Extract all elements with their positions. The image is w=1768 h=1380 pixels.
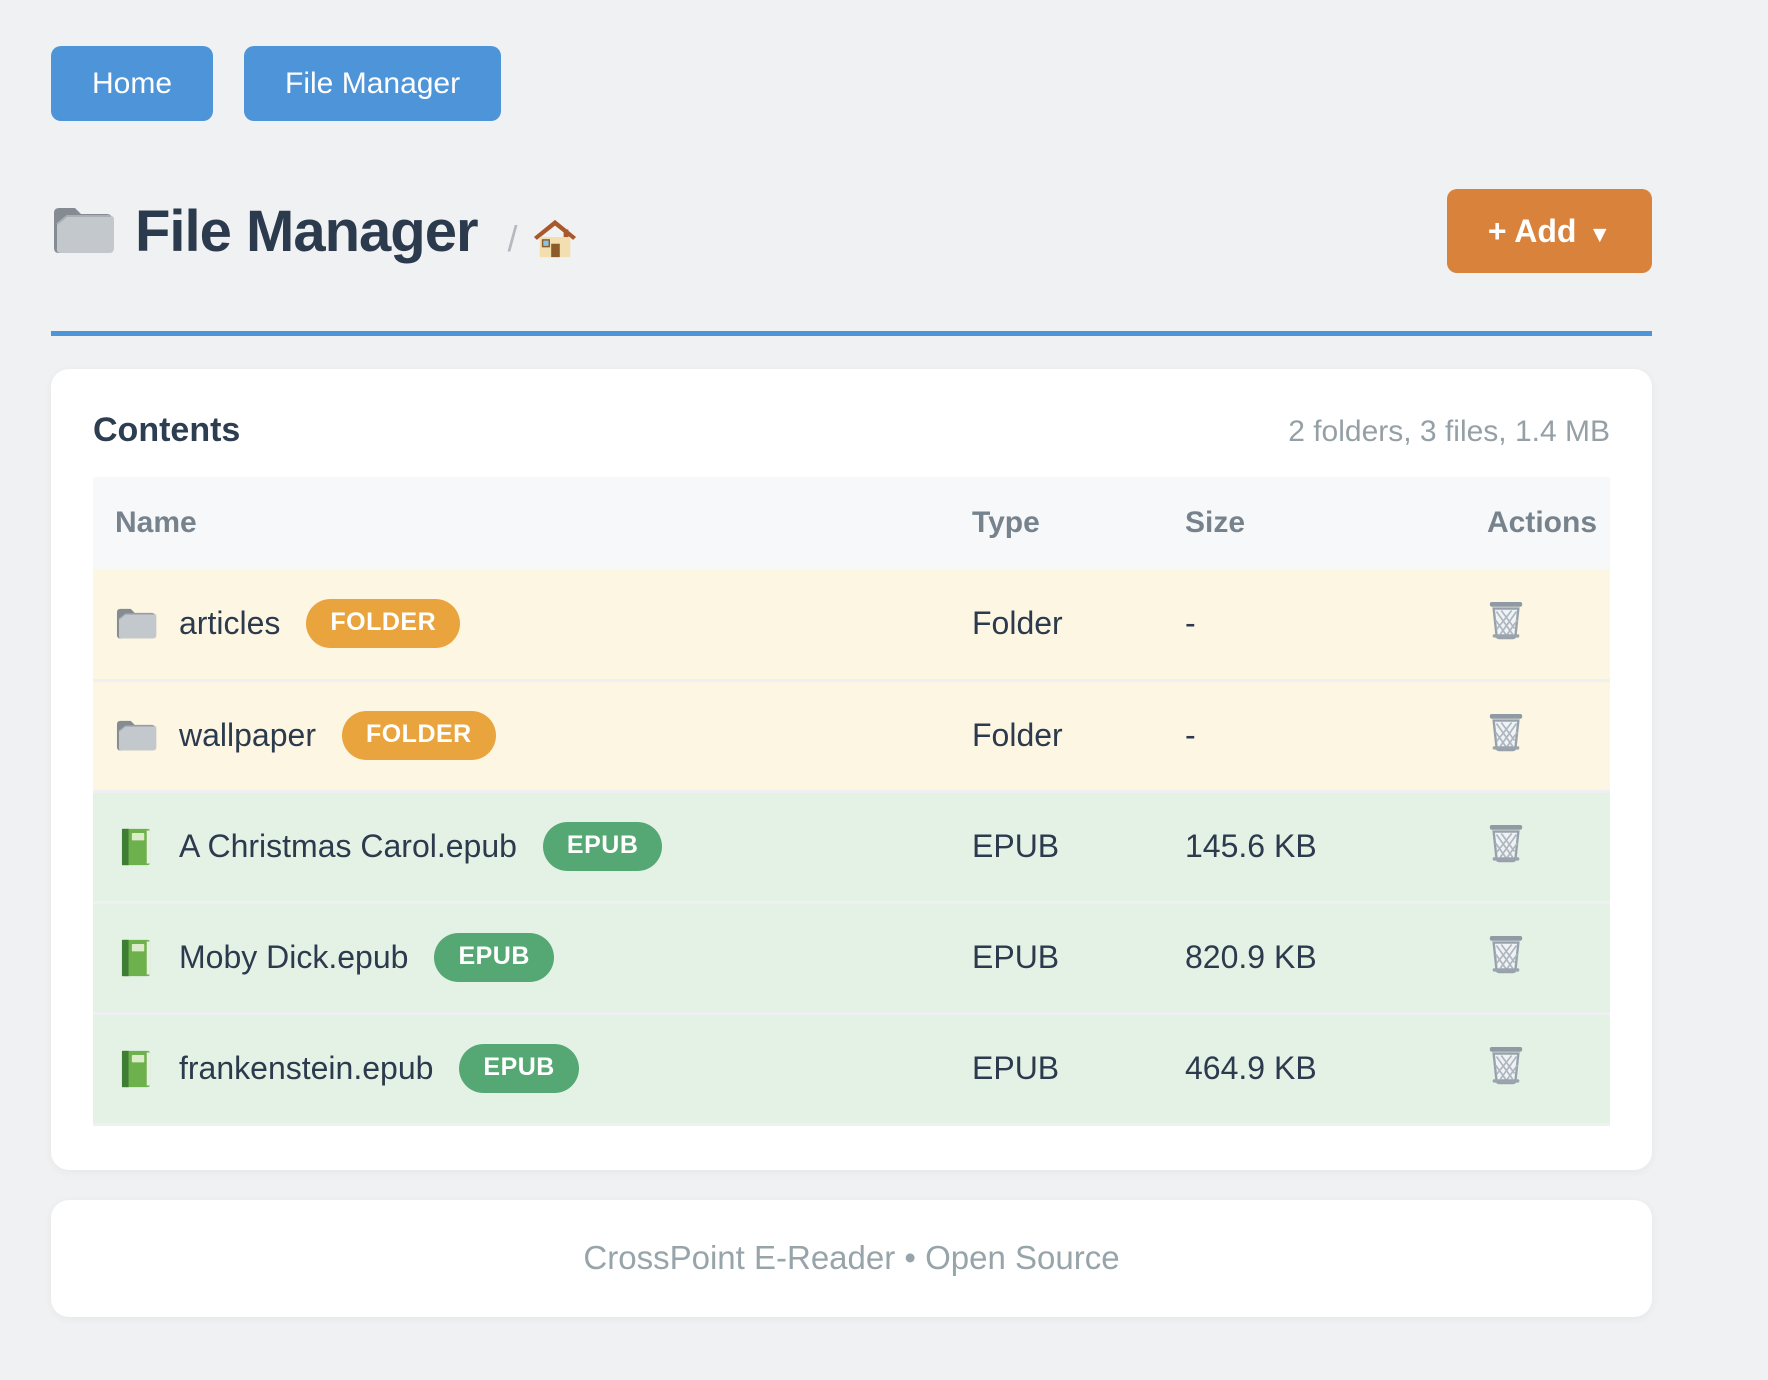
- size-cell: -: [1185, 680, 1487, 791]
- file-icon: [115, 605, 157, 643]
- table-row: Moby Dick.epub EPUB EPUB 820.9 KB: [93, 902, 1610, 1013]
- size-cell: 464.9 KB: [1185, 1013, 1487, 1124]
- type-badge: EPUB: [434, 933, 553, 982]
- table-row: A Christmas Carol.epub EPUB EPUB 145.6 K…: [93, 791, 1610, 902]
- table-row: articles FOLDER Folder -: [93, 569, 1610, 680]
- page-container: Home File Manager File Manager / + Add▼ …: [51, 0, 1652, 1317]
- type-cell: Folder: [972, 680, 1185, 791]
- footer-text: CrossPoint E-Reader • Open Source: [583, 1239, 1119, 1277]
- type-badge: FOLDER: [342, 711, 496, 760]
- delete-button[interactable]: [1487, 599, 1525, 641]
- delete-button[interactable]: [1487, 933, 1525, 975]
- breadcrumb-separator: /: [508, 218, 518, 260]
- divider: [51, 331, 1652, 336]
- file-table: Name Type Size Actions articles FOLDER F…: [93, 477, 1610, 1126]
- trash-icon: [1487, 933, 1525, 975]
- size-cell: 820.9 KB: [1185, 902, 1487, 1013]
- type-cell: Folder: [972, 569, 1185, 680]
- size-cell: 145.6 KB: [1185, 791, 1487, 902]
- chevron-down-icon: ▼: [1588, 221, 1611, 247]
- delete-button[interactable]: [1487, 711, 1525, 753]
- file-icon: [115, 828, 157, 866]
- top-nav: Home File Manager: [51, 0, 1652, 121]
- file-name[interactable]: wallpaper: [179, 717, 316, 754]
- file-name[interactable]: Moby Dick.epub: [179, 939, 408, 976]
- home-icon[interactable]: [532, 216, 578, 260]
- table-row: frankenstein.epub EPUB EPUB 464.9 KB: [93, 1013, 1610, 1124]
- size-cell: -: [1185, 569, 1487, 680]
- trash-icon: [1487, 822, 1525, 864]
- type-cell: EPUB: [972, 902, 1185, 1013]
- actions-cell: [1487, 902, 1610, 1013]
- file-name[interactable]: frankenstein.epub: [179, 1050, 433, 1087]
- contents-summary: 2 folders, 3 files, 1.4 MB: [1288, 415, 1610, 449]
- name-cell: wallpaper FOLDER: [93, 711, 972, 760]
- contents-card-header: Contents 2 folders, 3 files, 1.4 MB: [93, 411, 1610, 450]
- actions-cell: [1487, 791, 1610, 902]
- home-button[interactable]: Home: [51, 46, 213, 121]
- column-header-type: Type: [972, 477, 1185, 569]
- actions-cell: [1487, 569, 1610, 680]
- type-cell: EPUB: [972, 791, 1185, 902]
- file-icon: [115, 717, 157, 755]
- actions-cell: [1487, 680, 1610, 791]
- name-cell: Moby Dick.epub EPUB: [93, 933, 972, 982]
- name-cell: frankenstein.epub EPUB: [93, 1044, 972, 1093]
- file-icon: [115, 1050, 157, 1088]
- file-name[interactable]: A Christmas Carol.epub: [179, 828, 517, 865]
- trash-icon: [1487, 711, 1525, 753]
- file-manager-button[interactable]: File Manager: [244, 46, 501, 121]
- name-cell: A Christmas Carol.epub EPUB: [93, 822, 972, 871]
- actions-cell: [1487, 1013, 1610, 1124]
- file-icon: [115, 939, 157, 977]
- table-body: articles FOLDER Folder - wallpaper FOLDE…: [93, 569, 1610, 1124]
- delete-button[interactable]: [1487, 1044, 1525, 1086]
- add-button-label: + Add: [1488, 213, 1577, 249]
- table-header: Name Type Size Actions: [93, 477, 1610, 569]
- contents-card: Contents 2 folders, 3 files, 1.4 MB Name…: [51, 369, 1652, 1170]
- trash-icon: [1487, 599, 1525, 641]
- file-name[interactable]: articles: [179, 605, 280, 642]
- contents-heading: Contents: [93, 411, 240, 450]
- table-row: wallpaper FOLDER Folder -: [93, 680, 1610, 791]
- type-badge: EPUB: [459, 1044, 578, 1093]
- footer: CrossPoint E-Reader • Open Source: [51, 1200, 1652, 1317]
- column-header-actions: Actions: [1487, 477, 1610, 569]
- trash-icon: [1487, 1044, 1525, 1086]
- page-title: File Manager: [135, 198, 478, 265]
- page-header: File Manager / + Add ▼: [51, 189, 1652, 273]
- type-cell: EPUB: [972, 1013, 1185, 1124]
- column-header-name: Name: [93, 477, 972, 569]
- delete-button[interactable]: [1487, 822, 1525, 864]
- column-header-size: Size: [1185, 477, 1487, 569]
- type-badge: EPUB: [543, 822, 662, 871]
- type-badge: FOLDER: [306, 599, 460, 648]
- folder-icon: [51, 203, 115, 259]
- add-button[interactable]: + Add ▼: [1447, 189, 1652, 273]
- name-cell: articles FOLDER: [93, 599, 972, 648]
